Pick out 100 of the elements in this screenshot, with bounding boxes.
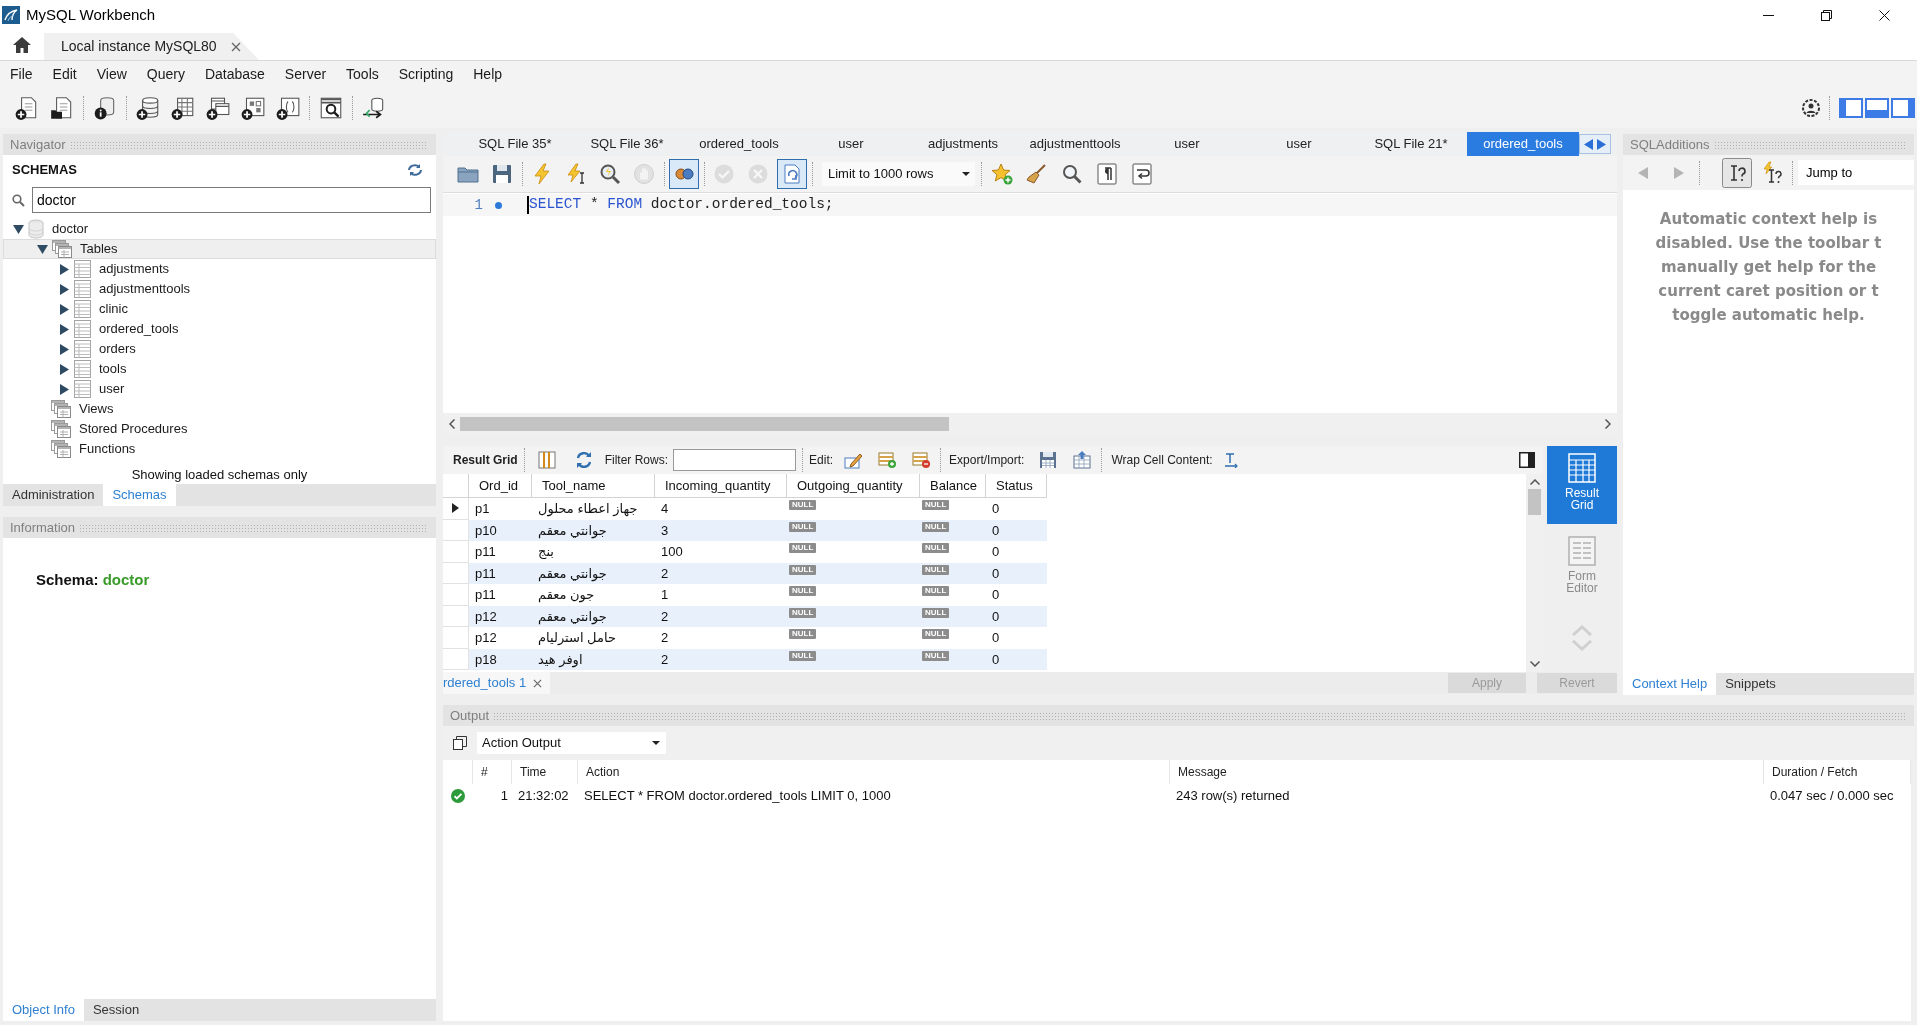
tab[interactable]: Snippets [1716,673,1785,695]
tree-item[interactable]: Views [34,399,114,419]
column-header[interactable]: Duration / Fetch [1764,760,1911,784]
editor-tab[interactable]: user [1243,132,1355,156]
restore-icon[interactable] [1820,9,1832,21]
editor-tab[interactable]: SQL File 21* [1355,132,1467,156]
jump-to-field[interactable]: Jump to [1798,160,1914,185]
circles-icon[interactable] [669,159,699,189]
caret-down-icon[interactable] [36,244,48,254]
grid-upload-icon[interactable] [1072,450,1093,470]
grid-plus-icon[interactable] [239,95,266,121]
caret-right-icon[interactable] [59,263,69,275]
copy-icon[interactable] [453,736,467,750]
column-header[interactable]: Action [578,760,1170,784]
menu-item[interactable]: Server [274,64,337,85]
scroll-right-icon[interactable] [1597,138,1606,150]
menu-item[interactable]: View [86,64,137,85]
tree-item[interactable]: doctor [11,219,89,239]
menu-item[interactable]: Help [463,64,513,85]
row-remove-icon[interactable] [911,450,932,470]
output-toggle-icon[interactable] [1865,98,1889,118]
tree-item[interactable]: Functions [34,439,136,459]
scroll-up-icon[interactable] [1529,479,1540,485]
result-tab[interactable]: rdered_tools 1 [443,672,551,694]
side-panel-icon[interactable] [1519,452,1535,468]
output-type-dropdown[interactable]: Action Output [477,732,666,754]
caret-right-icon[interactable] [59,323,69,335]
windows-plus-icon[interactable] [204,95,231,121]
editor-tab[interactable]: ordered_tools [683,132,795,156]
editor-tab[interactable]: ordered_tools [1467,132,1579,156]
scrollbar-thumb[interactable] [460,417,949,431]
view-tab[interactable]: Result Grid [1547,446,1617,524]
menu-item[interactable]: Scripting [388,64,464,85]
user-gear-icon[interactable] [1801,98,1821,118]
null-badge: NULL [789,500,817,510]
paragraph-icon[interactable] [1094,162,1119,186]
save-icon[interactable] [490,162,514,186]
menu-item[interactable]: File [0,64,43,85]
scroll-down-icon[interactable] [1529,661,1540,667]
tab[interactable]: Session [83,999,149,1021]
tab[interactable]: Context Help [1623,673,1717,695]
document-refresh-icon[interactable] [777,159,807,189]
caret-down-icon[interactable] [12,224,24,234]
filter-field[interactable] [673,449,797,471]
broom-icon[interactable] [1024,162,1049,186]
refresh-icon[interactable] [407,163,423,177]
menu-item[interactable]: Query [136,64,195,85]
lightning-help-icon[interactable] [1761,160,1785,185]
tree-item[interactable]: Tables [3,239,436,259]
search-field[interactable]: doctor [32,187,431,213]
editor-tab[interactable]: user [1131,132,1243,156]
column-header[interactable]: Message [1170,760,1764,784]
tab[interactable]: Schemas [103,484,176,506]
scroll-left-icon[interactable] [449,419,455,429]
tab[interactable]: Object Info [3,999,84,1021]
caret-right-icon[interactable] [59,343,69,355]
menu-item[interactable]: Tools [336,64,389,85]
caret-right-icon[interactable] [59,283,69,295]
grid-save-icon[interactable] [1038,450,1059,470]
tree-item[interactable]: Stored Procedures [34,419,188,439]
sidebar-toggle-icon[interactable] [1839,98,1863,118]
limit-dropdown[interactable]: Limit to 1000 rows [822,162,975,186]
row-add-icon[interactable] [877,450,898,470]
tree-item[interactable]: adjustments [57,259,170,279]
menu-item[interactable]: Edit [42,64,87,85]
tree-item[interactable]: clinic [57,299,128,319]
help-cursor-icon[interactable] [1722,157,1752,188]
star-plus-icon[interactable] [989,162,1014,186]
tree-item[interactable]: tools [57,359,127,379]
column-header[interactable]: # [473,760,512,784]
tree-item[interactable]: ordered_tools [57,319,179,339]
tab[interactable]: Administration [3,484,104,506]
scroll-left-icon[interactable] [1584,138,1593,150]
secondary-sidebar-toggle-icon[interactable] [1891,98,1915,118]
editor-tab[interactable]: SQL File 35* [459,132,571,156]
column-header[interactable]: Time [512,760,578,784]
editor-tab[interactable]: user [795,132,907,156]
table-plus-icon[interactable] [169,95,196,121]
caret-right-icon[interactable] [59,363,69,375]
editor-tab[interactable]: adjustments [907,132,1019,156]
wrap-icon[interactable] [1129,162,1154,186]
home-icon[interactable] [12,35,32,54]
tree-item[interactable]: user [57,379,125,399]
tree-item[interactable]: orders [57,339,136,359]
tree-item[interactable]: adjustmenttools [57,279,191,299]
editor-tab[interactable]: SQL File 36* [571,132,683,156]
database-plus-icon[interactable] [134,95,161,121]
magnifier-icon[interactable] [598,162,622,186]
caret-right-icon[interactable] [59,303,69,315]
brackets-plus-icon[interactable] [274,95,301,121]
menu-item[interactable]: Database [194,64,275,85]
columns-icon[interactable] [536,450,557,470]
grid-corner [443,474,469,498]
text-wrap-icon[interactable] [1222,452,1239,468]
scroll-right-icon[interactable] [1605,419,1611,429]
caret-right-icon[interactable] [59,383,69,395]
connection-tab[interactable]: Local instance MySQL80 [44,33,259,60]
close-icon[interactable] [1878,9,1890,21]
scrollbar-thumb[interactable] [1528,489,1541,515]
editor-tab[interactable]: adjustmenttools [1019,132,1131,156]
